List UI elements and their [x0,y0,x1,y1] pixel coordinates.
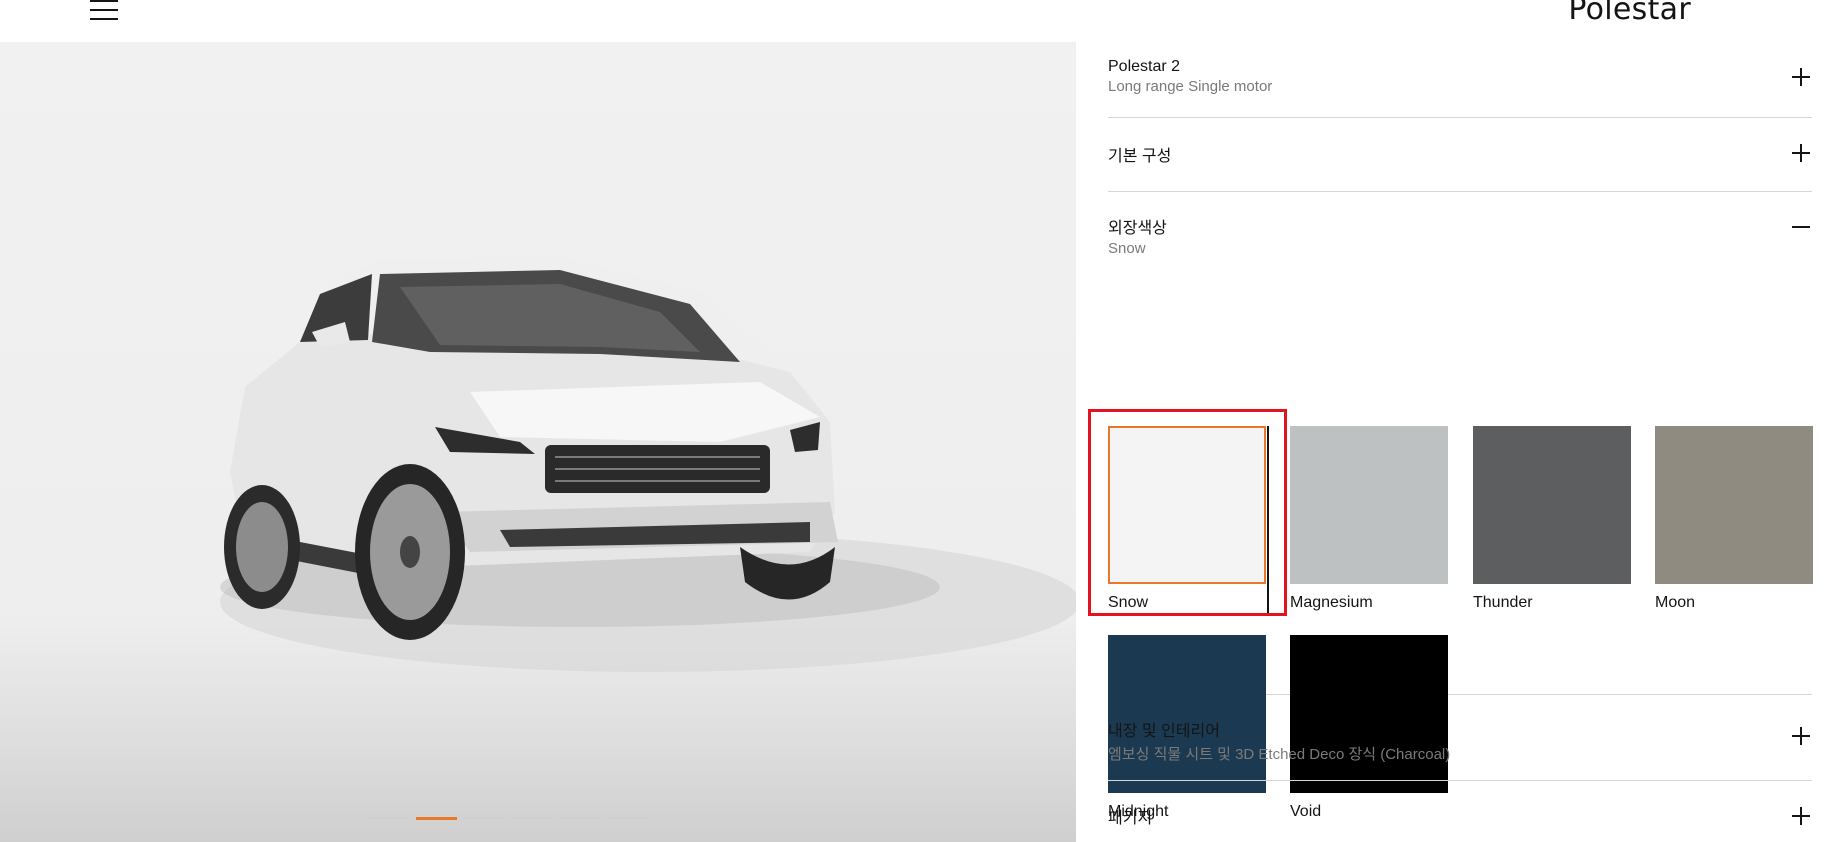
swatch-label: Thunder [1473,594,1533,611]
base-config-title: 기본 구성 [1108,148,1172,165]
collapse-minus-icon[interactable] [1790,216,1812,238]
swatch-moon[interactable]: Moon [1655,426,1813,612]
swatch-color-magnesium[interactable] [1290,426,1448,584]
expand-plus-icon[interactable] [1790,725,1812,747]
exterior-header[interactable]: 외장색상 Snow [1108,214,1167,257]
swatch-snow[interactable]: Snow [1088,409,1287,616]
gallery-page-2[interactable] [416,817,457,820]
polestar-logo[interactable]: Polestar [1568,0,1691,27]
swatch-label: Magnesium [1290,594,1373,611]
expand-plus-icon[interactable] [1790,66,1812,88]
site-header: Polestar [0,0,1827,42]
swatch-thunder[interactable]: Thunder [1473,426,1631,612]
interior-title: 내장 및 인테리어 [1108,723,1220,740]
expand-plus-icon[interactable] [1790,142,1812,164]
section-package[interactable]: 패키지 [1108,781,1812,841]
swatch-color-moon[interactable] [1655,426,1813,584]
package-title: 패키지 [1108,810,1153,827]
swatch-color-snow[interactable] [1108,426,1266,584]
gallery-page-3[interactable] [464,817,505,819]
hamburger-menu-icon[interactable] [90,0,118,22]
section-base-config[interactable]: 기본 구성 [1108,118,1812,192]
interior-header: 내장 및 인테리어 엠보싱 직물 시트 및 3D Etched Deco 장식 … [1108,717,1450,764]
exterior-selected-color: Snow [1108,240,1146,257]
expand-plus-icon[interactable] [1790,805,1812,827]
gallery-page-5[interactable] [560,817,601,819]
swatch-label: Moon [1655,594,1696,611]
section-interior[interactable]: 내장 및 인테리어 엠보싱 직물 시트 및 3D Etched Deco 장식 … [1108,695,1812,781]
gallery-page-1[interactable] [368,817,409,819]
swatch-magnesium[interactable]: Magnesium [1290,426,1448,612]
car-gallery [0,42,1076,842]
gallery-page-4[interactable] [512,817,553,819]
gallery-page-6[interactable] [608,817,649,819]
interior-subtitle: 엠보싱 직물 시트 및 3D Etched Deco 장식 (Charcoal) [1108,746,1451,763]
package-header: 패키지 [1108,804,1152,828]
configurator-panel: Polestar 2 Long range Single motor 기본 구성… [1088,42,1813,841]
gallery-pager [368,817,649,820]
car-image [220,257,1076,672]
section-model[interactable]: Polestar 2 Long range Single motor [1108,42,1812,118]
exterior-title: 외장색상 [1108,220,1167,237]
model-title: Polestar 2 [1108,58,1181,75]
model-subtitle: Long range Single motor [1108,78,1273,95]
swatch-label: Snow [1108,594,1149,611]
swatch-color-thunder[interactable] [1473,426,1631,584]
section-exterior-color: 외장색상 Snow Snow Magnesium Thunder Moon Mi… [1088,192,1813,820]
selection-indicator [1267,426,1269,616]
